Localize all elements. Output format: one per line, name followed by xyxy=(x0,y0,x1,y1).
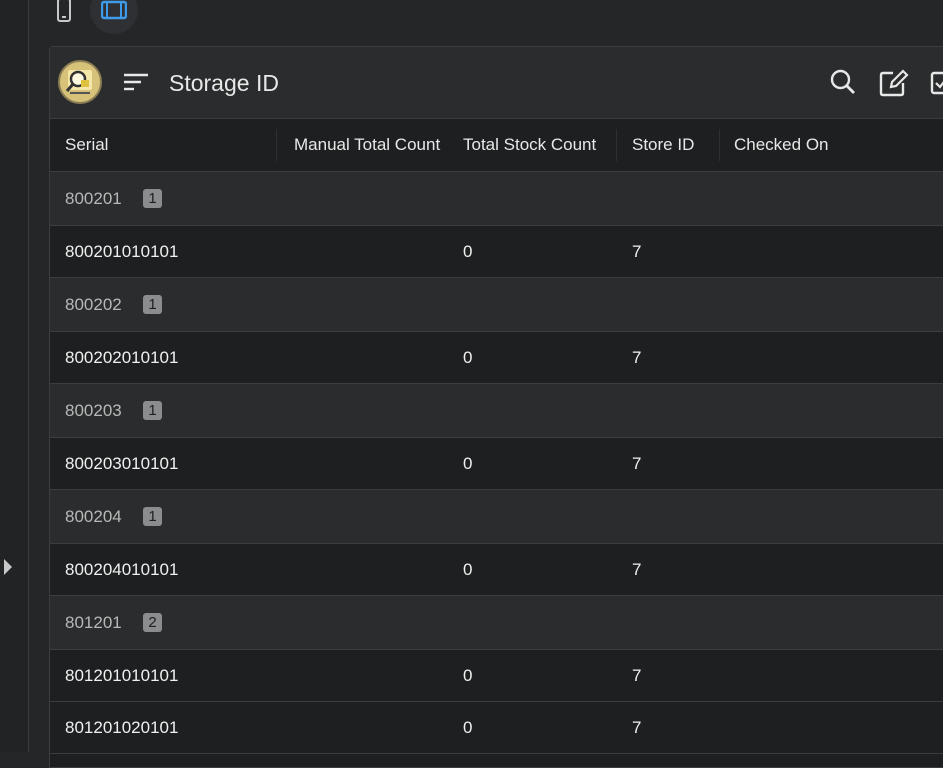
tablet-icon xyxy=(101,0,127,20)
group-label: 800201 xyxy=(65,189,122,208)
table-row[interactable]: 800203010101 0 7 xyxy=(50,438,943,490)
serial-cell: 801201020101 xyxy=(65,718,179,737)
total-stock-count-cell: 0 xyxy=(463,454,473,473)
table-row[interactable]: 801201020101 0 7 xyxy=(50,702,943,754)
expand-rail-arrow-icon[interactable] xyxy=(4,559,12,575)
total-stock-count-cell: 0 xyxy=(463,242,473,261)
group-row-800203[interactable]: 800203 1 xyxy=(50,384,943,438)
group-row-800204[interactable]: 800204 1 xyxy=(50,490,943,544)
total-stock-count-cell: 0 xyxy=(463,718,473,737)
group-count-badge: 1 xyxy=(143,189,162,208)
group-label: 800203 xyxy=(65,401,122,420)
column-divider xyxy=(276,129,277,161)
column-divider xyxy=(616,129,617,161)
serial-cell: 801201010101 xyxy=(65,666,179,685)
table-body: 800201 1 800201010101 0 7 800202 1 80020… xyxy=(50,172,943,754)
edit-icon[interactable] xyxy=(879,69,909,97)
total-stock-count-cell: 0 xyxy=(463,348,473,367)
store-id-cell: 7 xyxy=(632,718,642,737)
serial-cell: 800204010101 xyxy=(65,560,179,579)
store-id-cell: 7 xyxy=(632,666,642,685)
phone-icon xyxy=(57,0,71,22)
checkbox-icon[interactable] xyxy=(930,69,943,97)
group-count-badge: 1 xyxy=(143,295,162,314)
table-header: Serial Manual Total Count Total Stock Co… xyxy=(50,119,943,172)
group-label: 800202 xyxy=(65,295,122,314)
table-row[interactable]: 801201010101 0 7 xyxy=(50,650,943,702)
store-id-cell: 7 xyxy=(632,454,642,473)
group-count-badge: 1 xyxy=(143,507,162,526)
store-id-cell: 7 xyxy=(632,560,642,579)
toolbar: Storage ID xyxy=(50,47,943,119)
column-header-total-stock-count[interactable]: Total Stock Count xyxy=(463,119,596,171)
store-id-cell: 7 xyxy=(632,242,642,261)
magnifier-scanner-icon xyxy=(65,70,92,94)
total-stock-count-cell: 0 xyxy=(463,666,473,685)
group-row-800201[interactable]: 800201 1 xyxy=(50,172,943,226)
column-header-serial[interactable]: Serial xyxy=(65,119,108,171)
group-count-badge: 1 xyxy=(143,401,162,420)
serial-cell: 800201010101 xyxy=(65,242,179,261)
search-icon[interactable] xyxy=(830,69,856,95)
column-header-checked-on[interactable]: Checked On xyxy=(734,119,829,171)
phone-view-button[interactable] xyxy=(40,0,88,34)
left-rail xyxy=(0,0,29,752)
table-row[interactable]: 800201010101 0 7 xyxy=(50,226,943,278)
avatar[interactable] xyxy=(58,60,102,104)
group-label: 800204 xyxy=(65,507,122,526)
serial-cell: 800203010101 xyxy=(65,454,179,473)
column-divider xyxy=(719,129,720,161)
sort-icon[interactable] xyxy=(124,73,148,91)
total-stock-count-cell: 0 xyxy=(463,560,473,579)
tablet-view-button[interactable] xyxy=(90,0,138,34)
column-header-manual-total-count[interactable]: Manual Total Count xyxy=(294,119,440,171)
group-count-badge: 2 xyxy=(143,613,162,632)
table-panel: Storage ID Serial Manual Total Count Tot… xyxy=(49,46,943,768)
store-id-cell: 7 xyxy=(632,348,642,367)
column-header-store-id[interactable]: Store ID xyxy=(632,119,694,171)
group-label: 801201 xyxy=(65,613,122,632)
table-row[interactable]: 800202010101 0 7 xyxy=(50,332,943,384)
group-row-800202[interactable]: 800202 1 xyxy=(50,278,943,332)
group-row-801201[interactable]: 801201 2 xyxy=(50,596,943,650)
table-row[interactable]: 800204010101 0 7 xyxy=(50,544,943,596)
page-title: Storage ID xyxy=(169,70,279,96)
serial-cell: 800202010101 xyxy=(65,348,179,367)
